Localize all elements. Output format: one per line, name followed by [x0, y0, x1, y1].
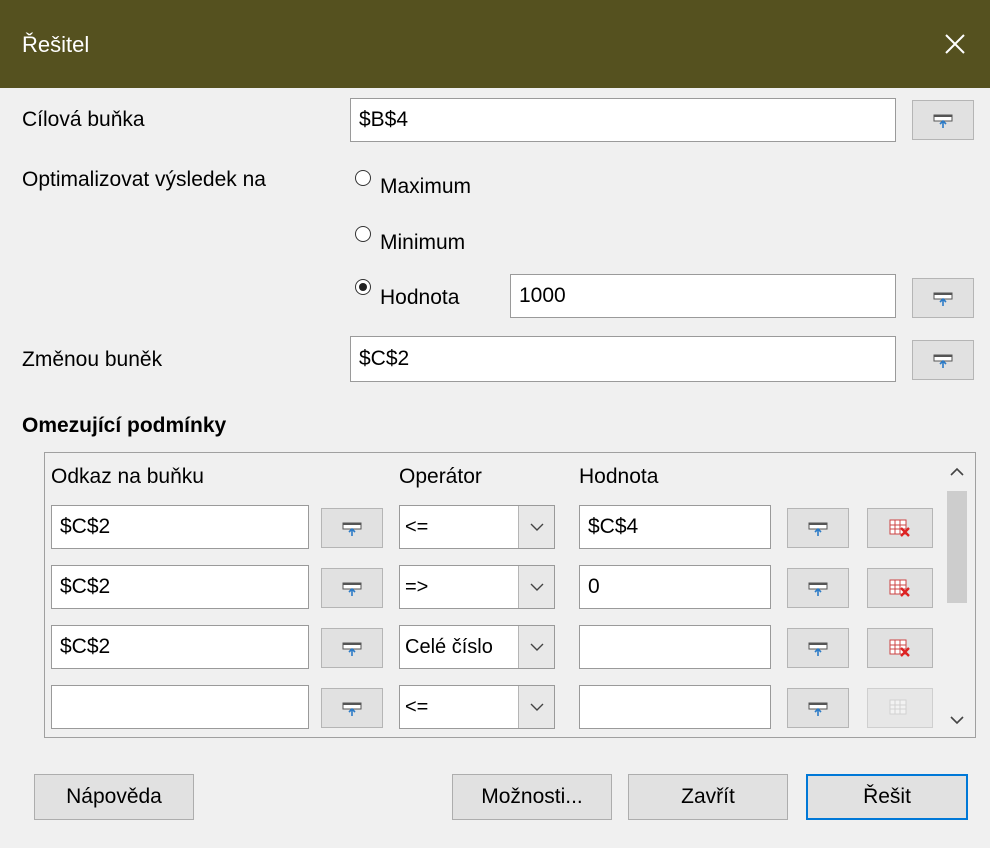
chevron-down-icon [518, 626, 554, 668]
target-cell-field[interactable]: $B$4 [350, 98, 896, 142]
constraint-1-operator-select[interactable]: <= [399, 505, 555, 549]
chevron-down-icon[interactable] [950, 715, 964, 725]
constraints-heading: Omezující podmínky [22, 414, 227, 437]
changing-cells-label: Změnou buněk [22, 348, 163, 371]
constraint-4-cell-shrink-button[interactable] [321, 688, 383, 728]
constraint-4-delete-button[interactable] [867, 688, 933, 728]
value-shrink-button[interactable] [912, 278, 974, 318]
constraint-4-cell-field[interactable] [51, 685, 309, 729]
radio-minimum-label: Minimum [380, 231, 466, 254]
shrink-icon [808, 582, 828, 596]
constraint-3-cell-shrink-button[interactable] [321, 628, 383, 668]
changing-cells-field[interactable]: $C$2 [350, 336, 896, 382]
delete-row-icon [889, 639, 910, 657]
delete-row-icon [889, 699, 907, 715]
constraint-3-cell-field[interactable]: $C$2 [51, 625, 309, 669]
column-header-value: Hodnota [579, 465, 659, 488]
title-bar: Řešitel [0, 0, 990, 88]
constraint-4-value-shrink-button[interactable] [787, 688, 849, 728]
constraint-1-cell-field[interactable]: $C$2 [51, 505, 309, 549]
constraint-1-operator-value: <= [405, 515, 429, 538]
constraint-3-operator-select[interactable]: Celé číslo [399, 625, 555, 669]
delete-row-icon [889, 579, 910, 597]
shrink-icon [933, 354, 953, 368]
constraint-1-cell-shrink-button[interactable] [321, 508, 383, 548]
shrink-icon [933, 292, 953, 306]
optimize-label: Optimalizovat výsledek na [22, 168, 266, 191]
scrollbar-thumb[interactable] [947, 491, 967, 603]
constraints-scrollbar[interactable] [943, 463, 971, 733]
constraint-1-value-field[interactable]: $C$4 [579, 505, 771, 549]
constraints-panel: Odkaz na buňku Operátor Hodnota $C$2 <= … [44, 452, 976, 738]
shrink-icon [808, 702, 828, 716]
constraint-1-value-shrink-button[interactable] [787, 508, 849, 548]
constraint-2-cell-shrink-button[interactable] [321, 568, 383, 608]
radio-value[interactable] [355, 279, 371, 295]
column-header-cell: Odkaz na buňku [51, 465, 204, 488]
solve-button[interactable]: Řešit [806, 774, 968, 820]
constraint-3-delete-button[interactable] [867, 628, 933, 668]
radio-maximum-label: Maximum [380, 175, 472, 198]
constraint-2-value-shrink-button[interactable] [787, 568, 849, 608]
constraint-2-value-field[interactable]: 0 [579, 565, 771, 609]
chevron-down-icon [518, 506, 554, 548]
help-button[interactable]: Nápověda [34, 774, 194, 820]
delete-row-icon [889, 519, 910, 537]
close-window-button[interactable] [920, 0, 990, 88]
chevron-down-icon [518, 686, 554, 728]
shrink-icon [342, 642, 362, 656]
window-title: Řešitel [22, 32, 90, 57]
value-field[interactable]: 1000 [510, 274, 896, 318]
chevron-down-icon [518, 566, 554, 608]
close-icon [945, 34, 965, 54]
constraint-4-value-field[interactable] [579, 685, 771, 729]
options-button[interactable]: Možnosti... [452, 774, 612, 820]
constraint-4-operator-value: <= [405, 695, 429, 718]
target-cell-label: Cílová buňka [22, 108, 145, 131]
constraint-2-operator-value: => [405, 575, 429, 598]
close-button[interactable]: Zavřít [628, 774, 788, 820]
constraint-2-operator-select[interactable]: => [399, 565, 555, 609]
constraint-1-delete-button[interactable] [867, 508, 933, 548]
constraint-3-operator-value: Celé číslo [405, 635, 493, 658]
constraint-2-delete-button[interactable] [867, 568, 933, 608]
shrink-icon [342, 702, 362, 716]
changing-cells-shrink-button[interactable] [912, 340, 974, 380]
shrink-icon [933, 114, 953, 128]
shrink-icon [808, 642, 828, 656]
shrink-icon [808, 522, 828, 536]
radio-maximum[interactable] [355, 170, 371, 186]
constraint-3-value-field[interactable] [579, 625, 771, 669]
column-header-operator: Operátor [399, 465, 482, 488]
shrink-icon [342, 522, 362, 536]
radio-minimum[interactable] [355, 226, 371, 242]
constraint-4-operator-select[interactable]: <= [399, 685, 555, 729]
shrink-icon [342, 582, 362, 596]
radio-value-label: Hodnota [380, 286, 460, 309]
target-cell-shrink-button[interactable] [912, 100, 974, 140]
constraint-3-value-shrink-button[interactable] [787, 628, 849, 668]
chevron-up-icon[interactable] [950, 467, 964, 477]
constraint-2-cell-field[interactable]: $C$2 [51, 565, 309, 609]
